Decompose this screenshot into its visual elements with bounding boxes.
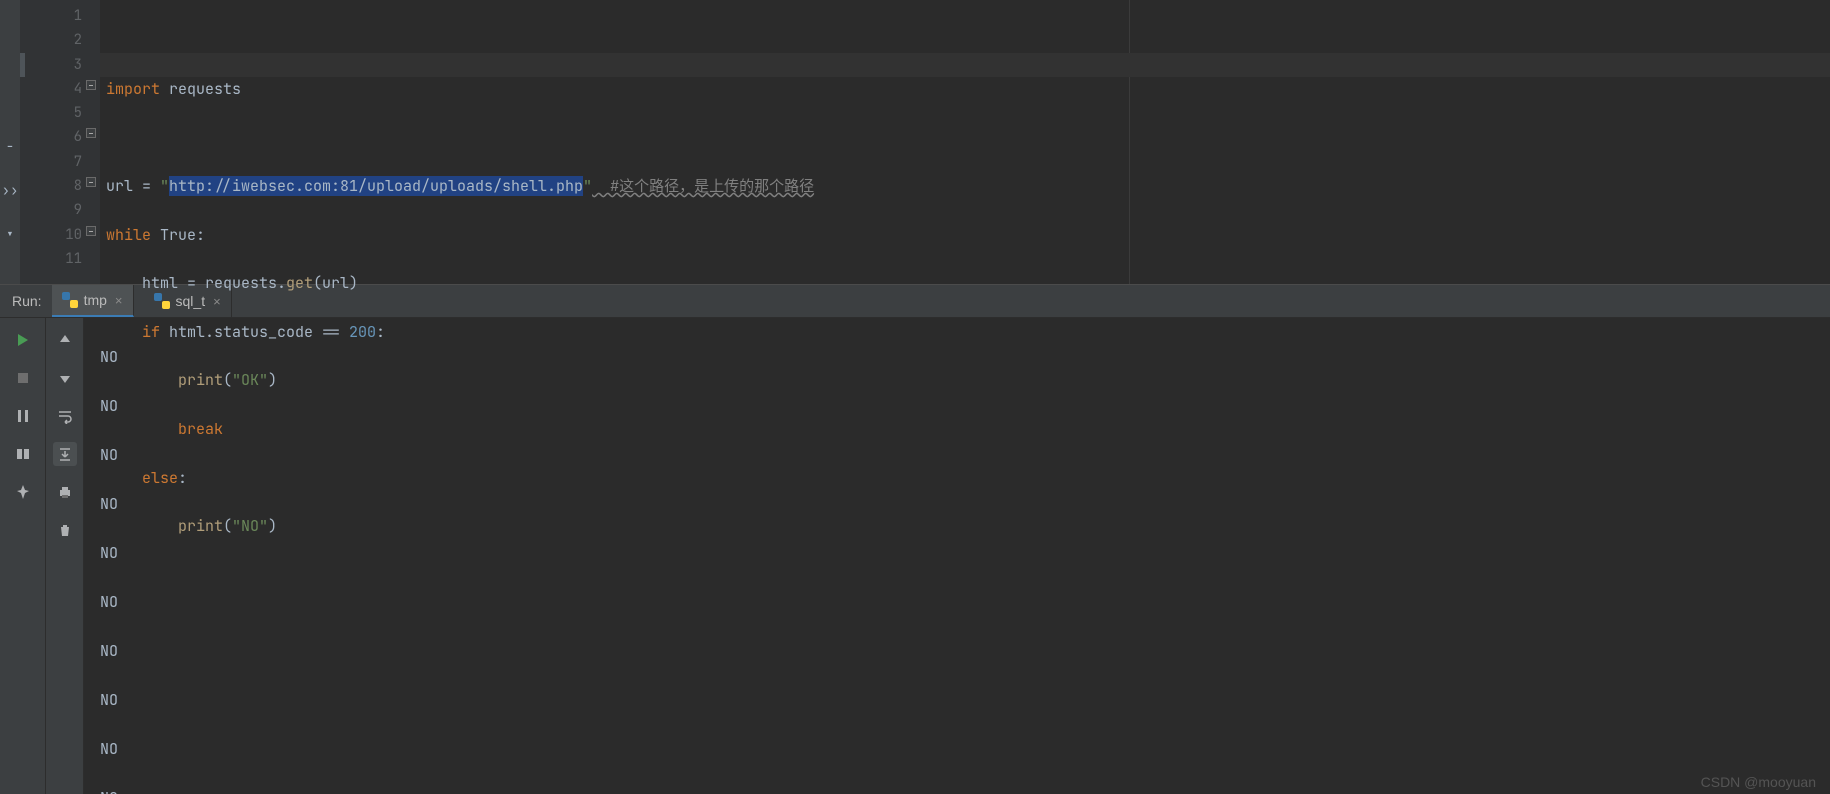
run-label: Run: bbox=[12, 293, 42, 309]
python-file-icon bbox=[62, 292, 78, 308]
soft-wrap-button[interactable] bbox=[53, 404, 77, 428]
run-toolbar-left bbox=[0, 318, 46, 794]
line-number[interactable]: 9 bbox=[20, 198, 82, 222]
rerun-button[interactable] bbox=[11, 328, 35, 352]
caret-line-highlight bbox=[100, 53, 1830, 77]
console-line: NO bbox=[100, 737, 1830, 762]
line-number[interactable]: 2 bbox=[20, 28, 82, 52]
layout-button[interactable] bbox=[11, 442, 35, 466]
tab-label: tmp bbox=[84, 292, 107, 308]
line-number[interactable]: 4 bbox=[20, 77, 82, 101]
console-line: NO bbox=[100, 639, 1830, 664]
line-number[interactable]: 8 bbox=[20, 174, 82, 198]
collapse-dash-icon[interactable]: - bbox=[6, 140, 14, 154]
up-button[interactable] bbox=[53, 328, 77, 352]
run-toolbar-secondary bbox=[46, 318, 84, 794]
line-number[interactable]: 11 bbox=[20, 247, 82, 271]
code-line[interactable]: html = requests.get(url) bbox=[106, 271, 1830, 295]
expand-arrows-icon[interactable]: ›› bbox=[2, 184, 19, 198]
fold-toggle-icon[interactable] bbox=[86, 80, 96, 90]
line-number[interactable]: 5 bbox=[20, 101, 82, 125]
line-number[interactable]: 6 bbox=[20, 125, 82, 149]
down-button[interactable] bbox=[53, 366, 77, 390]
code-line[interactable]: print("NO") bbox=[106, 514, 1830, 538]
pin-button[interactable] bbox=[11, 480, 35, 504]
line-number[interactable]: 3 bbox=[20, 53, 82, 77]
code-line[interactable] bbox=[106, 125, 1830, 149]
code-line[interactable]: import requests bbox=[106, 77, 1830, 101]
code-line[interactable]: if html.status_code == 200: bbox=[106, 320, 1830, 344]
code-line[interactable]: url = "http://iwebsec.com:81/upload/uplo… bbox=[106, 174, 1830, 198]
fold-toggle-icon[interactable] bbox=[86, 177, 96, 187]
left-sidebar[interactable]: - ›› ▾ bbox=[0, 0, 20, 284]
code-line[interactable]: else: bbox=[106, 466, 1830, 490]
fold-gutter bbox=[86, 0, 98, 284]
fold-toggle-icon[interactable] bbox=[86, 226, 96, 236]
fold-toggle-icon[interactable] bbox=[86, 128, 96, 138]
dropdown-chevron-icon[interactable]: ▾ bbox=[6, 228, 14, 242]
right-margin-guide bbox=[1129, 0, 1130, 284]
code-line[interactable]: while True: bbox=[106, 223, 1830, 247]
code-line[interactable] bbox=[106, 563, 1830, 587]
watermark-text: CSDN @mooyuan bbox=[1701, 774, 1816, 790]
console-line: NO bbox=[100, 786, 1830, 794]
trash-button[interactable] bbox=[53, 518, 77, 542]
line-number-gutter[interactable]: 1 2 3 4 5 6 7 8 9 10 11 bbox=[20, 0, 100, 284]
code-editor[interactable]: import requests url = "http://iwebsec.co… bbox=[100, 0, 1830, 284]
code-line[interactable]: break bbox=[106, 417, 1830, 441]
line-number[interactable]: 7 bbox=[20, 150, 82, 174]
line-number[interactable]: 10 bbox=[20, 223, 82, 247]
scroll-to-end-button[interactable] bbox=[53, 442, 77, 466]
python-file-icon bbox=[154, 293, 170, 309]
editor-pane: - ›› ▾ 1 2 3 4 5 6 7 8 9 10 11 import re… bbox=[0, 0, 1830, 284]
line-number[interactable]: 1 bbox=[20, 4, 82, 28]
pause-button[interactable] bbox=[11, 404, 35, 428]
print-button[interactable] bbox=[53, 480, 77, 504]
code-line[interactable]: print("OK") bbox=[106, 368, 1830, 392]
console-line: NO bbox=[100, 688, 1830, 713]
stop-button[interactable] bbox=[11, 366, 35, 390]
